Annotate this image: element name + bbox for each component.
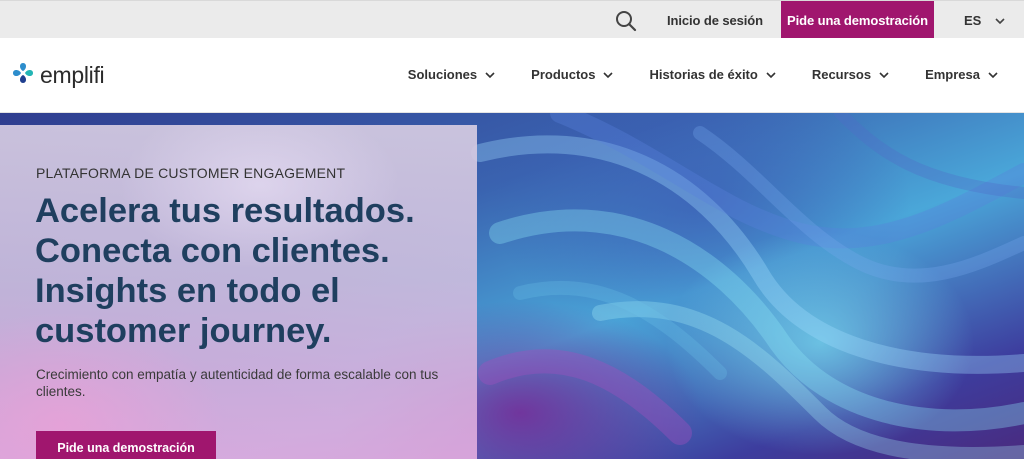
chevron-down-icon: [995, 13, 1005, 28]
hero-eyebrow: PLATAFORMA DE CUSTOMER ENGAGEMENT: [36, 165, 346, 181]
chevron-down-icon: [485, 67, 495, 82]
nav-item-label: Historias de éxito: [649, 67, 758, 82]
nav-item-productos[interactable]: Productos: [531, 67, 614, 82]
hero-headline-line: Conecta con clientes.: [35, 232, 390, 270]
chevron-down-icon: [766, 67, 776, 82]
nav-item-label: Productos: [531, 67, 596, 82]
hero-headline-line: Insights en todo el: [35, 272, 340, 310]
login-link[interactable]: Inicio de sesión: [667, 13, 763, 28]
search-icon[interactable]: [614, 9, 638, 33]
chevron-down-icon: [603, 67, 614, 82]
hero-headline-line: customer journey.: [35, 312, 332, 350]
utility-bar: Inicio de sesión Pide una demostración E…: [0, 0, 1024, 39]
hero-headline-line: Acelera tus resultados.: [35, 192, 415, 230]
hero-subcopy: Crecimiento con empatía y autenticidad d…: [36, 367, 439, 399]
emplifi-wordmark: emplifi: [40, 62, 105, 88]
chevron-down-icon: [988, 67, 998, 82]
nav-item-recursos[interactable]: Recursos: [812, 67, 889, 82]
nav-item-label: Soluciones: [407, 67, 478, 82]
nav-item-label: Recursos: [811, 67, 872, 82]
hero-text-panel: PLATAFORMA DE CUSTOMER ENGAGEMENT Aceler…: [0, 125, 477, 459]
demo-request-button-top[interactable]: Pide una demostración: [781, 1, 934, 39]
emplifi-logo-mark-icon: [12, 62, 34, 89]
hero-section: PLATAFORMA DE CUSTOMER ENGAGEMENT Aceler…: [0, 113, 1024, 459]
nav-item-soluciones[interactable]: Soluciones: [408, 67, 495, 82]
nav-item-historias-de-exito[interactable]: Historias de éxito: [649, 67, 776, 82]
chevron-down-icon: [879, 67, 889, 82]
language-selector[interactable]: ES: [964, 13, 1005, 28]
main-navigation: emplifi Soluciones Productos Historias d…: [0, 38, 1024, 113]
nav-item-label: Empresa: [925, 67, 980, 82]
hero-headline: Acelera tus resultados. Conecta con clie…: [35, 191, 455, 351]
language-code: ES: [964, 13, 982, 28]
emplifi-logo[interactable]: emplifi: [12, 62, 105, 89]
nav-item-empresa[interactable]: Empresa: [925, 67, 998, 82]
demo-request-button-hero[interactable]: Pide una demostración: [36, 431, 216, 459]
nav-menu: Soluciones Productos Historias de éxito …: [408, 67, 998, 82]
